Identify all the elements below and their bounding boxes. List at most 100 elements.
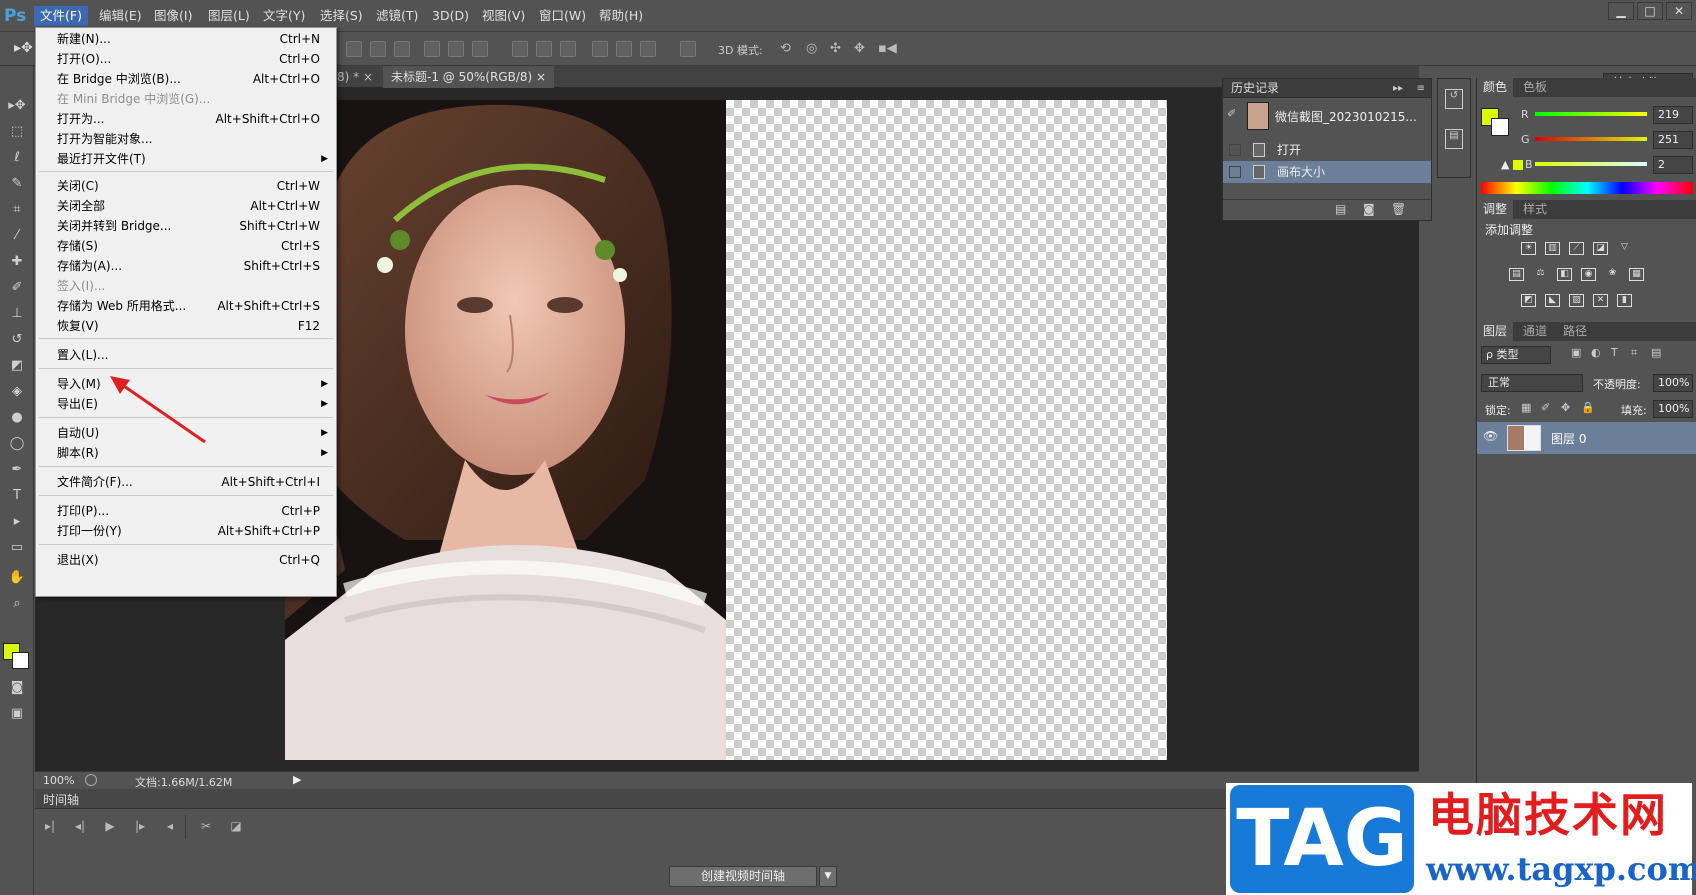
- path-select-tool-icon[interactable]: ▸: [6, 512, 28, 532]
- menu-select[interactable]: 选择(S): [314, 6, 369, 26]
- align-bottom-icon[interactable]: [394, 41, 410, 57]
- r-slider[interactable]: [1535, 112, 1647, 116]
- threshold-icon[interactable]: ▨: [1569, 294, 1584, 307]
- type-tool-icon[interactable]: T: [6, 486, 28, 506]
- maximize-button[interactable]: □: [1637, 2, 1663, 20]
- hand-tool-icon[interactable]: ✋: [6, 568, 28, 588]
- menu-layer[interactable]: 图层(L): [202, 6, 256, 26]
- zoom-tool-icon[interactable]: ⌕: [6, 594, 28, 614]
- menu-filter[interactable]: 滤镜(T): [370, 6, 424, 26]
- split-icon[interactable]: ✂: [195, 815, 217, 837]
- 3d-slide-icon[interactable]: ✥: [854, 41, 865, 56]
- status-arrow-icon[interactable]: ▶: [293, 773, 301, 786]
- filter-shape-icon[interactable]: ⌗: [1631, 346, 1637, 360]
- menu-item-print-one[interactable]: 打印一份(Y) Alt+Shift+Ctrl+P: [36, 521, 336, 541]
- g-slider[interactable]: [1535, 137, 1647, 141]
- new-document-from-state-icon[interactable]: ▤: [1335, 202, 1346, 216]
- menu-edit[interactable]: 编辑(E): [93, 6, 148, 26]
- status-info-icon[interactable]: [85, 774, 97, 786]
- transition-icon[interactable]: ◪: [225, 815, 247, 837]
- 3d-roll-icon[interactable]: ◎: [806, 41, 817, 56]
- next-frame-icon[interactable]: |▸: [129, 815, 151, 837]
- bg-color-swatch[interactable]: [1491, 118, 1509, 136]
- align-hcenter-icon[interactable]: [448, 41, 464, 57]
- menu-item-save-as[interactable]: 存储为(A)... Shift+Ctrl+S: [36, 256, 336, 276]
- 3d-scale-icon[interactable]: ▪◀: [878, 41, 897, 56]
- blur-tool-icon[interactable]: ●: [6, 408, 28, 428]
- history-snapshot[interactable]: ✐ 微信截图_2023010215...: [1223, 99, 1431, 133]
- shape-tool-icon[interactable]: ▭: [6, 538, 28, 558]
- brightness-icon[interactable]: ☀: [1521, 242, 1536, 255]
- auto-align-icon[interactable]: [680, 41, 696, 57]
- clone-stamp-tool-icon[interactable]: ⊥: [6, 304, 28, 324]
- tab-paths[interactable]: 路径: [1557, 322, 1593, 341]
- crop-tool-icon[interactable]: ⌗: [6, 200, 28, 220]
- menu-item-open-as[interactable]: 打开为... Alt+Shift+Ctrl+O: [36, 109, 336, 129]
- menu-item-revert[interactable]: 恢复(V) F12: [36, 316, 336, 336]
- collapse-icon[interactable]: ▸▸: [1393, 79, 1403, 98]
- layer-row[interactable]: 👁 图层 0: [1477, 422, 1696, 454]
- panel-menu-icon[interactable]: ≡: [1417, 79, 1425, 98]
- history-item-canvas-size[interactable]: 画布大小: [1223, 161, 1431, 183]
- create-video-dropdown-icon[interactable]: ▼: [819, 866, 837, 887]
- filter-adjustment-icon[interactable]: ◐: [1591, 346, 1601, 359]
- exposure-icon[interactable]: ◪: [1593, 242, 1608, 255]
- quick-select-tool-icon[interactable]: ✎: [6, 174, 28, 194]
- pen-tool-icon[interactable]: ✒: [6, 460, 28, 480]
- visibility-eye-icon[interactable]: 👁: [1483, 429, 1498, 443]
- opacity-field[interactable]: 100%: [1653, 374, 1693, 392]
- tab-channels[interactable]: 通道: [1517, 322, 1553, 341]
- menu-item-open[interactable]: 打开(O)... Ctrl+O: [36, 49, 336, 69]
- selective-color-icon[interactable]: ✕: [1593, 294, 1608, 307]
- lock-position-icon[interactable]: ✥: [1561, 401, 1570, 414]
- filter-image-icon[interactable]: ▣: [1571, 346, 1581, 359]
- history-item-open[interactable]: 打开: [1223, 139, 1431, 161]
- menu-help[interactable]: 帮助(H): [593, 6, 649, 26]
- move-tool-preset-icon[interactable]: ▸✥: [14, 40, 34, 58]
- filter-type-icon[interactable]: T: [1611, 346, 1618, 359]
- menu-window[interactable]: 窗口(W): [533, 6, 592, 26]
- close-button[interactable]: ✕: [1666, 2, 1692, 20]
- menu-item-close[interactable]: 关闭(C) Ctrl+W: [36, 176, 336, 196]
- tab-close-icon[interactable]: ×: [536, 70, 546, 84]
- snapshot-camera-icon[interactable]: ◙: [1363, 202, 1375, 216]
- menu-item-save-for-web[interactable]: 存储为 Web 所用格式... Alt+Shift+Ctrl+S: [36, 296, 336, 316]
- color-balance-icon[interactable]: ⚖: [1533, 268, 1548, 281]
- history-brush-tool-icon[interactable]: ↺: [6, 330, 28, 350]
- menu-view[interactable]: 视图(V): [476, 6, 531, 26]
- posterize-icon[interactable]: ◣: [1545, 294, 1560, 307]
- distribute-bottom-icon[interactable]: [560, 41, 576, 57]
- r-value[interactable]: 219: [1653, 106, 1693, 124]
- create-video-timeline-button[interactable]: 创建视频时间轴: [669, 866, 817, 887]
- paint-bucket-tool-icon[interactable]: ◈: [6, 382, 28, 402]
- curves-icon[interactable]: ⟋: [1569, 242, 1584, 255]
- align-vcenter-icon[interactable]: [370, 41, 386, 57]
- lock-transparent-icon[interactable]: ▦: [1521, 401, 1531, 414]
- audio-icon[interactable]: ◂: [159, 815, 181, 837]
- tab-layers[interactable]: 图层: [1477, 322, 1514, 341]
- distribute-top-icon[interactable]: [512, 41, 528, 57]
- hue-saturation-icon[interactable]: ▤: [1509, 268, 1524, 281]
- prev-frame-icon[interactable]: ◂|: [69, 815, 91, 837]
- channel-mixer-icon[interactable]: ❀: [1605, 268, 1620, 281]
- tab-color[interactable]: 颜色: [1477, 78, 1514, 97]
- align-right-icon[interactable]: [472, 41, 488, 57]
- menu-type[interactable]: 文字(Y): [257, 6, 311, 26]
- gradient-map-icon[interactable]: ▮: [1617, 294, 1632, 307]
- tab-swatches[interactable]: 色板: [1517, 78, 1553, 97]
- color-spectrum-bar[interactable]: [1481, 182, 1693, 194]
- history-checkbox[interactable]: [1229, 144, 1241, 156]
- canvas-transparent-area[interactable]: [726, 100, 1167, 760]
- gamut-warning-icon[interactable]: ▲: [1501, 158, 1509, 171]
- lock-pixels-icon[interactable]: ✐: [1541, 401, 1550, 414]
- tab-styles[interactable]: 样式: [1517, 200, 1553, 219]
- layer-name[interactable]: 图层 0: [1551, 430, 1586, 447]
- layer-filter-select[interactable]: ρ 类型: [1481, 346, 1551, 364]
- filter-smart-icon[interactable]: ▤: [1651, 346, 1661, 359]
- minimize-button[interactable]: ▁: [1608, 2, 1634, 20]
- tab-document-2[interactable]: 未标题-1 @ 50%(RGB/8) ×: [383, 66, 555, 88]
- tab-close-icon[interactable]: ×: [363, 70, 373, 84]
- menu-file[interactable]: 文件(F): [34, 6, 88, 26]
- menu-3d[interactable]: 3D(D): [426, 6, 475, 26]
- photo-filter-icon[interactable]: ◉: [1581, 268, 1596, 281]
